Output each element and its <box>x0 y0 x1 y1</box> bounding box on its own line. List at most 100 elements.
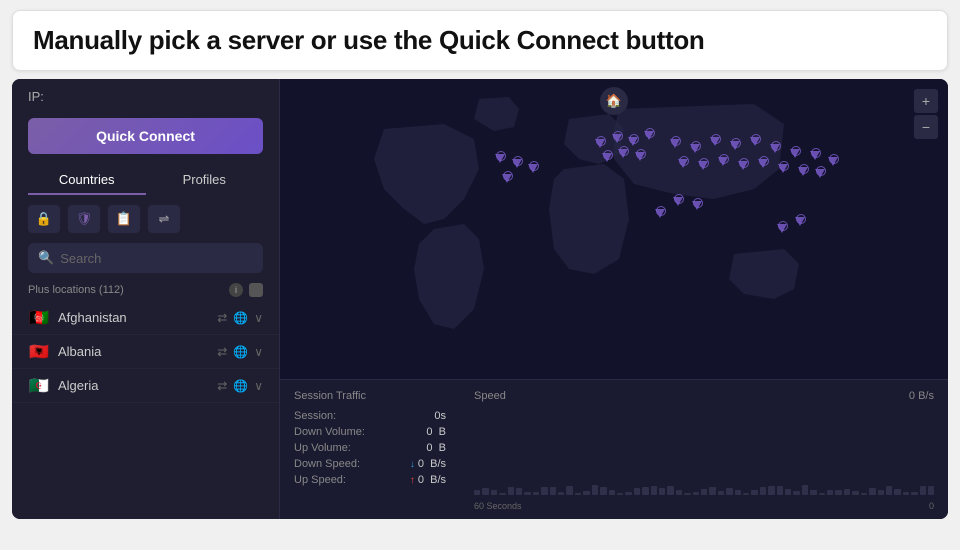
country-item-albania[interactable]: 🇦🇱 Albania ⇄ 🌐 ∨ <box>12 335 279 369</box>
left-panel: IP: Quick Connect Countries Profiles 🔒 🛡… <box>12 79 280 519</box>
server-marker-1[interactable] <box>595 139 605 148</box>
server-marker-19[interactable] <box>758 159 768 168</box>
reconnect-icon-algeria[interactable]: ⇄ <box>217 379 227 393</box>
server-marker-28[interactable] <box>815 169 825 178</box>
stat-label-down-volume: Down Volume: <box>294 426 365 438</box>
server-marker-20[interactable] <box>778 164 788 173</box>
bar-7 <box>533 492 539 495</box>
server-marker-22[interactable] <box>495 154 505 163</box>
bar-29 <box>718 491 724 495</box>
home-icon[interactable]: 🏠 <box>600 87 628 115</box>
chart-label-right: 0 <box>929 501 934 511</box>
server-marker-15[interactable] <box>678 159 688 168</box>
stat-value-down-volume: 0 B <box>426 426 446 438</box>
filter-router-icon[interactable]: ⇌ <box>148 205 180 233</box>
server-marker-14[interactable] <box>790 149 800 158</box>
bar-0 <box>474 490 480 495</box>
bar-21 <box>651 486 657 495</box>
server-marker-16[interactable] <box>698 161 708 170</box>
server-marker-17[interactable] <box>718 157 728 166</box>
stat-value-up-speed: ↑ 0 B/s <box>410 474 446 486</box>
bar-27 <box>701 489 707 495</box>
zoom-in-button[interactable]: + <box>914 89 938 113</box>
quick-connect-button[interactable]: Quick Connect <box>28 118 263 154</box>
server-marker-23[interactable] <box>512 159 522 168</box>
stat-label-up-speed: Up Speed: <box>294 474 346 486</box>
stat-value-down-speed: ↓ 0 B/s <box>410 458 446 470</box>
server-marker-26[interactable] <box>810 151 820 160</box>
plus-locations-row: Plus locations (112) i <box>12 279 279 301</box>
server-marker-5[interactable] <box>602 153 612 162</box>
chevron-algeria[interactable]: ∨ <box>254 379 263 393</box>
search-input[interactable] <box>60 251 253 266</box>
bar-40 <box>810 490 816 495</box>
server-marker-21[interactable] <box>798 167 808 176</box>
server-marker-12[interactable] <box>750 137 760 146</box>
bar-53 <box>920 486 926 495</box>
server-marker-4[interactable] <box>644 131 654 140</box>
server-marker-30[interactable] <box>673 197 683 206</box>
stat-value-session: 0s <box>434 410 446 422</box>
tab-profiles[interactable]: Profiles <box>146 166 264 195</box>
server-marker-7[interactable] <box>635 152 645 161</box>
stats-title: Session Traffic <box>294 390 446 402</box>
screenshot-container: IP: Quick Connect Countries Profiles 🔒 🛡… <box>12 79 948 519</box>
globe-icon-albania[interactable]: 🌐 <box>233 345 248 359</box>
bar-16 <box>609 490 615 495</box>
server-marker-32[interactable] <box>777 224 787 233</box>
bar-38 <box>793 491 799 495</box>
server-marker-29[interactable] <box>655 209 665 218</box>
bar-23 <box>667 486 673 495</box>
bar-47 <box>869 488 875 495</box>
filter-profile-icon[interactable]: 📋 <box>108 205 140 233</box>
bar-33 <box>751 490 757 495</box>
bar-11 <box>566 486 572 495</box>
right-panel: 🏠 + − <box>280 79 948 519</box>
server-marker-31[interactable] <box>692 201 702 210</box>
server-marker-9[interactable] <box>690 144 700 153</box>
info-icon[interactable]: i <box>229 283 243 297</box>
bar-54 <box>928 486 934 495</box>
country-item-algeria[interactable]: 🇩🇿 Algeria ⇄ 🌐 ∨ <box>12 369 279 403</box>
server-marker-6[interactable] <box>618 149 628 158</box>
server-marker-10[interactable] <box>710 137 720 146</box>
speed-title: Speed <box>474 390 506 402</box>
server-marker-27[interactable] <box>828 157 838 166</box>
country-actions-albania: ⇄ 🌐 ∨ <box>217 345 263 359</box>
globe-icon-algeria[interactable]: 🌐 <box>233 379 248 393</box>
server-marker-2[interactable] <box>612 134 622 143</box>
tab-countries[interactable]: Countries <box>28 166 146 195</box>
bar-46 <box>861 493 867 495</box>
zoom-out-button[interactable]: − <box>914 115 938 139</box>
globe-icon-afghanistan[interactable]: 🌐 <box>233 311 248 325</box>
server-marker-24[interactable] <box>528 164 538 173</box>
bar-3 <box>499 493 505 495</box>
server-marker-18[interactable] <box>738 161 748 170</box>
server-marker-8[interactable] <box>670 139 680 148</box>
stat-label-session: Session: <box>294 410 336 422</box>
bar-45 <box>852 491 858 495</box>
server-marker-11[interactable] <box>730 141 740 150</box>
chevron-afghanistan[interactable]: ∨ <box>254 311 263 325</box>
chart-label-left: 60 Seconds <box>474 501 522 511</box>
server-marker-33[interactable] <box>795 217 805 226</box>
bar-9 <box>550 487 556 495</box>
chevron-albania[interactable]: ∨ <box>254 345 263 359</box>
flag-algeria: 🇩🇿 <box>28 378 50 393</box>
country-name-afghanistan: Afghanistan <box>58 310 209 325</box>
country-item-afghanistan[interactable]: 🇦🇫 Afghanistan ⇄ 🌐 ∨ <box>12 301 279 335</box>
bar-12 <box>575 493 581 495</box>
server-marker-3[interactable] <box>628 137 638 146</box>
bar-42 <box>827 490 833 495</box>
stats-right: Speed 0 B/s 60 Seconds 0 <box>460 380 948 519</box>
server-marker-13[interactable] <box>770 144 780 153</box>
reconnect-icon-albania[interactable]: ⇄ <box>217 345 227 359</box>
server-marker-25[interactable] <box>502 174 512 183</box>
reconnect-icon-afghanistan[interactable]: ⇄ <box>217 311 227 325</box>
bar-4 <box>508 487 514 495</box>
flag-albania: 🇦🇱 <box>28 344 50 359</box>
search-icon: 🔍 <box>38 250 54 266</box>
filter-secure-icon[interactable]: 🔒 <box>28 205 60 233</box>
expand-icon[interactable] <box>249 283 263 297</box>
filter-vpn-icon[interactable]: 🛡 <box>68 205 100 233</box>
